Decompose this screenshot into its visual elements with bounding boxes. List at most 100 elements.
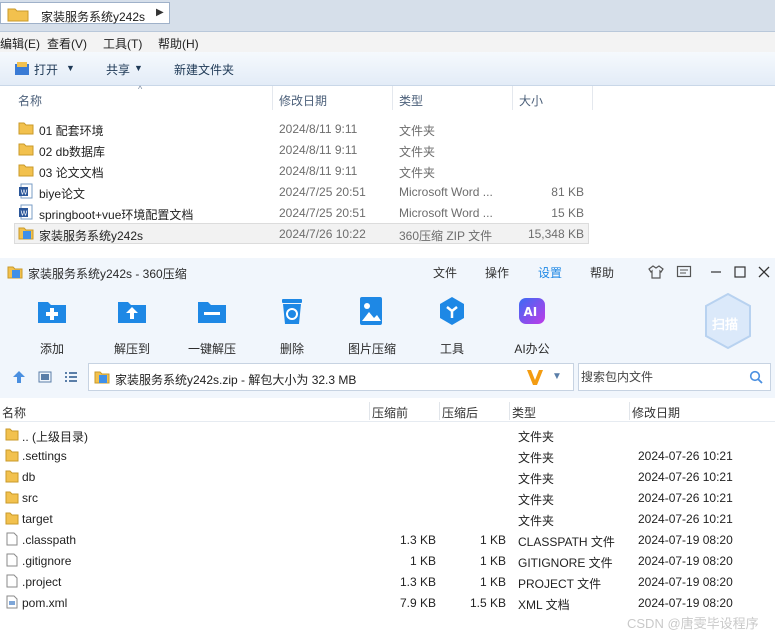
file-size: 81 KB: [551, 185, 584, 199]
entry-name: db: [22, 470, 36, 484]
one-click-extract-label: 一键解压: [187, 342, 236, 356]
entry-type: 文件夹: [518, 430, 555, 444]
search-box: [578, 363, 771, 391]
address-bar[interactable]: 家装服务系统y242s ▶: [0, 2, 170, 24]
entry-date: 2024-07-19 08:20: [638, 575, 733, 589]
entry-name: src: [22, 491, 38, 505]
file-type: Microsoft Word ...: [399, 206, 493, 220]
table-row[interactable]: .gitignore 1 KB 1 KB GITIGNORE 文件 2024-0…: [0, 550, 775, 571]
column-divider[interactable]: [439, 402, 440, 420]
thumbnail-view-icon[interactable]: [38, 370, 52, 387]
zip-window: 家装服务系统y242s - 360压缩 文件 操作 设置 帮助 添加 解压到 一…: [0, 258, 775, 636]
add-button[interactable]: 添加: [22, 292, 82, 356]
scan-button[interactable]: 扫描: [702, 292, 754, 350]
skin-icon[interactable]: [648, 264, 664, 283]
list-item[interactable]: 02 db数据库 2024/8/11 9:11 文件夹: [14, 139, 589, 160]
new-folder-button[interactable]: 新建文件夹: [174, 61, 234, 78]
list-view-icon[interactable]: [64, 370, 78, 387]
file-name: springboot+vue环境配置文档: [39, 208, 194, 222]
archive-path-bar[interactable]: 家装服务系统y242s.zip - 解包大小为 32.3 MB ▼: [88, 363, 574, 391]
minimize-icon[interactable]: [708, 264, 724, 283]
column-name[interactable]: 名称: [18, 92, 42, 109]
folder-icon: [5, 448, 19, 465]
column-size-after[interactable]: 压缩后: [442, 404, 478, 421]
entry-size-before: 1.3 KB: [399, 575, 436, 589]
entry-name: .project: [22, 575, 62, 589]
zip-icon: [18, 225, 34, 244]
list-item[interactable]: W biye论文 2024/7/25 20:51 Microsoft Word …: [14, 181, 589, 202]
file-type: Microsoft Word ...: [399, 185, 493, 199]
menu-settings[interactable]: 设置: [538, 264, 562, 281]
svg-text:AI: AI: [524, 305, 538, 319]
image-compress-button[interactable]: 图片压缩: [342, 292, 402, 356]
table-row[interactable]: db 文件夹 2024-07-26 10:21: [0, 466, 775, 487]
image-compress-label: 图片压缩: [347, 342, 396, 356]
explorer-window: 家装服务系统y242s ▶ 编辑(E) 查看(V) 工具(T) 帮助(H) 打开…: [0, 0, 775, 258]
entry-date: 2024-07-26 10:21: [638, 512, 733, 526]
column-name[interactable]: 名称: [2, 404, 26, 421]
table-row[interactable]: .settings 文件夹 2024-07-26 10:21: [0, 445, 775, 466]
open-button[interactable]: 打开: [34, 61, 58, 78]
menu-operation[interactable]: 操作: [485, 264, 509, 281]
chevron-right-icon[interactable]: ▶: [156, 7, 164, 18]
up-arrow-icon[interactable]: [12, 370, 26, 387]
folder-icon: [5, 469, 19, 486]
chevron-down-icon[interactable]: ▼: [66, 63, 75, 73]
feedback-icon[interactable]: [676, 264, 692, 283]
column-size-before[interactable]: 压缩前: [372, 404, 408, 421]
list-item[interactable]: W springboot+vue环境配置文档 2024/7/25 20:51 M…: [14, 202, 589, 223]
v-logo-icon[interactable]: [526, 367, 544, 390]
table-row[interactable]: .project 1.3 KB 1 KB PROJECT 文件 2024-07-…: [0, 571, 775, 592]
menu-help[interactable]: 帮助: [590, 264, 614, 281]
column-divider[interactable]: [369, 402, 370, 420]
menu-edit[interactable]: 编辑(E): [0, 35, 40, 52]
extract-to-button[interactable]: 解压到: [102, 292, 162, 356]
column-date[interactable]: 修改日期: [279, 92, 327, 109]
one-click-extract-button[interactable]: 一键解压: [182, 292, 242, 356]
search-input[interactable]: [581, 370, 741, 384]
menu-file[interactable]: 文件: [433, 264, 457, 281]
share-button[interactable]: 共享: [106, 61, 130, 78]
word-icon: W: [18, 204, 34, 223]
column-type[interactable]: 类型: [512, 404, 536, 421]
ai-icon: AI: [516, 295, 548, 327]
menu-help[interactable]: 帮助(H): [158, 35, 199, 52]
column-divider[interactable]: [392, 86, 393, 110]
window-title: 家装服务系统y242s - 360压缩: [28, 267, 187, 281]
column-size[interactable]: 大小: [519, 92, 543, 109]
chevron-down-icon[interactable]: ▼: [134, 63, 143, 73]
entry-name: .classpath: [22, 533, 77, 547]
menu-tools[interactable]: 工具(T): [103, 35, 142, 52]
column-type[interactable]: 类型: [399, 92, 423, 109]
entry-size-after: 1.5 KB: [469, 596, 506, 610]
extract-to-label: 解压到: [113, 342, 150, 356]
column-divider[interactable]: [512, 86, 513, 110]
table-row[interactable]: .classpath 1.3 KB 1 KB CLASSPATH 文件 2024…: [0, 529, 775, 550]
open-icon: [14, 61, 30, 80]
entry-size-after: 1 KB: [479, 533, 506, 547]
table-row[interactable]: target 文件夹 2024-07-26 10:21: [0, 508, 775, 529]
table-row[interactable]: pom.xml 7.9 KB 1.5 KB XML 文档 2024-07-19 …: [0, 592, 775, 613]
ai-office-button[interactable]: AI AI办公: [502, 292, 562, 356]
dropdown-arrow-icon[interactable]: ▼: [552, 371, 562, 382]
maximize-icon[interactable]: [732, 264, 748, 283]
search-icon[interactable]: [749, 370, 763, 387]
tools-button[interactable]: 工具: [422, 292, 482, 356]
entry-name: target: [22, 512, 53, 526]
list-item-selected[interactable]: 家装服务系统y242s 2024/7/26 10:22 360压缩 ZIP 文件…: [14, 223, 589, 244]
zip-nav-bar: 家装服务系统y242s.zip - 解包大小为 32.3 MB ▼: [0, 358, 775, 398]
menu-view[interactable]: 查看(V): [47, 35, 87, 52]
column-date[interactable]: 修改日期: [632, 404, 680, 421]
column-divider[interactable]: [629, 402, 630, 420]
table-row[interactable]: src 文件夹 2024-07-26 10:21: [0, 487, 775, 508]
list-item[interactable]: 01 配套环境 2024/8/11 9:11 文件夹: [14, 118, 589, 139]
delete-button[interactable]: 删除: [262, 292, 322, 356]
entry-type: 文件夹: [518, 472, 555, 486]
close-icon[interactable]: [756, 264, 772, 283]
column-divider[interactable]: [592, 86, 593, 110]
column-divider[interactable]: [509, 402, 510, 420]
column-divider[interactable]: [272, 86, 273, 110]
list-item[interactable]: 03 论文文档 2024/8/11 9:11 文件夹: [14, 160, 589, 181]
table-row[interactable]: .. (上级目录) 文件夹: [0, 424, 775, 445]
watermark: CSDN @唐雯毕设程序: [627, 616, 759, 631]
